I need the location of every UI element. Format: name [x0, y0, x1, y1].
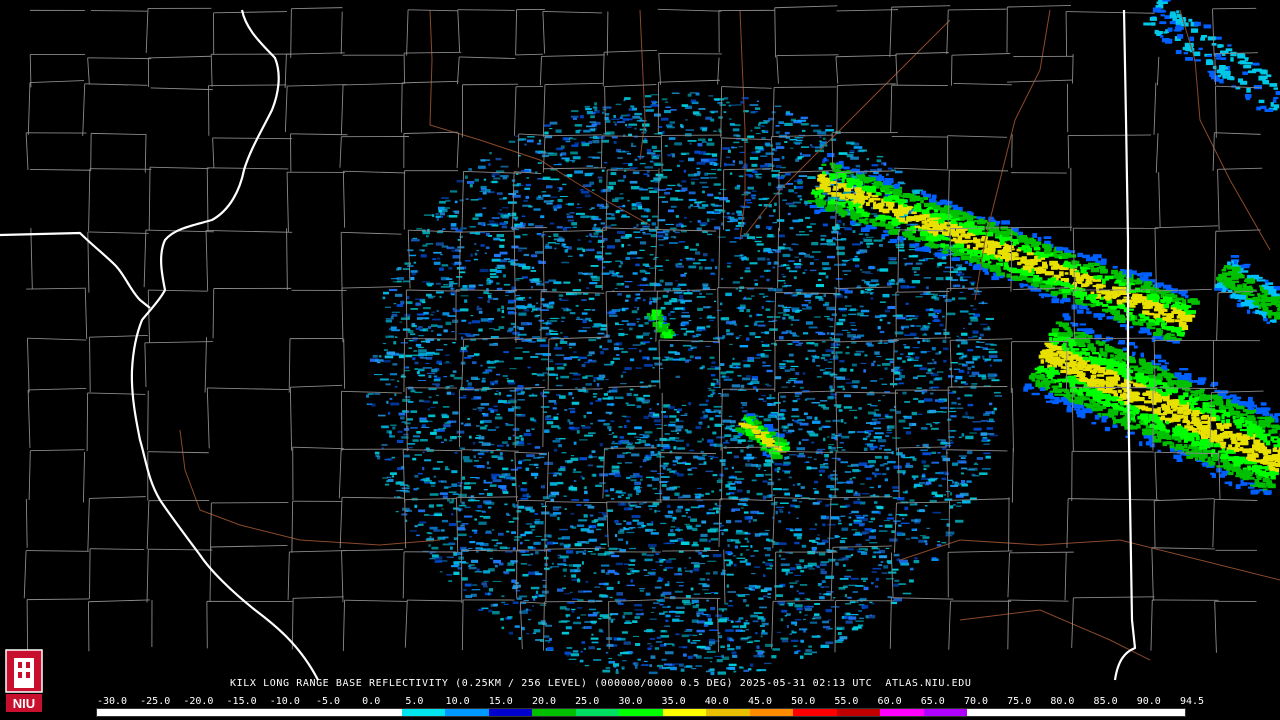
color-bar-segment: [706, 709, 750, 716]
color-bar-segment: [836, 709, 881, 716]
color-bar-segment: [97, 709, 141, 716]
color-bar-segment: [184, 709, 228, 716]
scale-label: 90.0: [1136, 696, 1161, 707]
color-bar-segment: [227, 709, 272, 716]
color-bar-segment: [532, 709, 576, 716]
color-bar-segment: [1054, 709, 1098, 716]
color-bar-segment: [749, 709, 794, 716]
color-bar-segment: [575, 709, 620, 716]
scale-label: 5.0: [405, 696, 424, 707]
scale-label: 0.0: [362, 696, 381, 707]
scale-label: 60.0: [877, 696, 902, 707]
color-bar-segment: [1141, 709, 1185, 716]
color-bar-segment: [445, 709, 489, 716]
scale-label: -20.0: [183, 696, 214, 707]
reflectivity-scale: -30.0 -25.0 -20.0 -15.0 -10.0 -5.0 0.0 5.0 10.0 1…: [0, 696, 1280, 720]
radar-site-marker: [675, 378, 685, 392]
radar-map: [0, 0, 1280, 681]
color-bar-segment: [793, 709, 837, 716]
scale-label: -5.0: [315, 696, 341, 707]
color-bar-segment: [923, 709, 968, 716]
color-bar-segment: [140, 709, 185, 716]
color-bar-segment: [662, 709, 707, 716]
scale-label: 40.0: [704, 696, 729, 707]
color-bar-segment: [1010, 709, 1055, 716]
scale-label: 65.0: [920, 696, 945, 707]
color-bar-segment: [314, 709, 359, 716]
reflectivity-echoes: [366, 0, 1280, 676]
color-bar-segment: [619, 709, 663, 716]
scale-label: -10.0: [269, 696, 300, 707]
scale-label: 70.0: [963, 696, 989, 707]
scale-label: 10.0: [445, 696, 470, 707]
scale-label: 94.5: [1179, 696, 1205, 707]
color-bar: [96, 708, 1186, 717]
color-bar-segment: [271, 709, 315, 716]
color-bar-segment: [1097, 709, 1142, 716]
color-bar-segment: [401, 709, 446, 716]
scale-label: -30.0: [96, 696, 128, 707]
color-bar-segment: [488, 709, 533, 716]
scale-label: 50.0: [791, 696, 816, 707]
color-bar-segment: [358, 709, 402, 716]
scale-label: 55.0: [834, 696, 859, 707]
color-bar-segment: [967, 709, 1011, 716]
scale-label: 25.0: [575, 696, 600, 707]
scale-label: 35.0: [661, 696, 686, 707]
scale-label: 80.0: [1050, 696, 1075, 707]
scale-label: 15.0: [488, 696, 513, 707]
scale-label: 30.0: [618, 696, 643, 707]
scale-label: 75.0: [1007, 696, 1032, 707]
scale-label: 20.0: [531, 696, 557, 707]
product-title: KILX LONG RANGE BASE REFLECTIVITY (0.25K…: [230, 678, 972, 689]
scale-label: 45.0: [747, 696, 773, 707]
scale-label: 85.0: [1093, 696, 1118, 707]
scale-label: -15.0: [226, 696, 257, 707]
scale-label: -25.0: [140, 696, 171, 707]
color-bar-segment: [880, 709, 924, 716]
